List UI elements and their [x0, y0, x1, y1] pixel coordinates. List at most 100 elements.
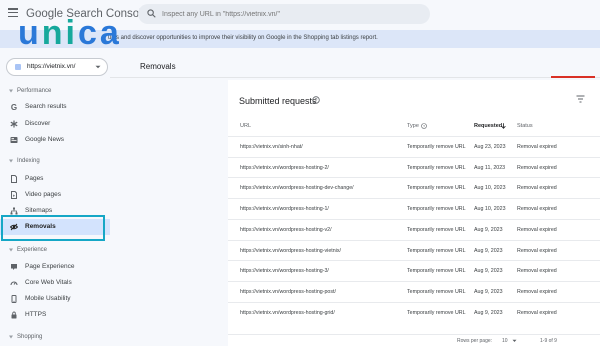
cell-url: https://vietnix.vn/wordpress-hosting-vie… [240, 247, 341, 254]
sidebar-item-mobile-usability[interactable]: Mobile Usability [0, 291, 110, 307]
cell-type: Temporarily remove URL [407, 164, 466, 171]
cell-requested: Aug 9, 2023 [474, 247, 503, 254]
cell-type: Temporarily remove URL [407, 247, 466, 254]
section-performance[interactable]: Performance [8, 88, 51, 94]
section-indexing[interactable]: Indexing [8, 158, 40, 164]
table-row[interactable]: https://vietnix.vn/wordpress-hosting-v2/… [228, 218, 600, 240]
cell-status: Removal expired [517, 268, 557, 275]
help-icon[interactable]: ? [421, 123, 427, 129]
svg-text:?: ? [315, 98, 318, 104]
filter-icon[interactable] [576, 95, 585, 103]
google-g-icon: G [11, 103, 17, 111]
cell-url: https://vietnix.vn/wordpress-hosting-3/ [240, 268, 329, 275]
cell-status: Removal expired [517, 164, 557, 171]
collapse-icon [9, 159, 13, 163]
cell-requested: Aug 11, 2023 [474, 164, 506, 171]
sort-down-icon[interactable] [501, 123, 506, 129]
sidebar-item-core-web-vitals[interactable]: Core Web Vitals [0, 275, 110, 291]
cell-url: https://vietnix.vn/wordpress-hosting-1/ [240, 206, 329, 213]
cell-type: Temporarily remove URL [407, 206, 466, 213]
sidebar-item-google-news[interactable]: Google News [0, 132, 110, 148]
table-row[interactable]: https://vietnix.vn/wordpress-hosting-2/ … [228, 156, 600, 178]
sidebar-item-pages[interactable]: Pages [0, 171, 110, 187]
table-row[interactable]: https://vietnix.vn/wordpress-hosting-3/ … [228, 260, 600, 281]
rows-per-page-label: Rows per page: [457, 338, 493, 344]
sidebar-item-page-experience[interactable]: Page Experience [0, 259, 110, 275]
collapse-icon [9, 335, 13, 339]
cell-status: Removal expired [517, 247, 557, 254]
property-selector[interactable]: https://vietnix.vn/ [6, 58, 108, 76]
table-row[interactable]: https://vietnix.vn/sinh-nhat/ Temporaril… [228, 136, 600, 157]
property-label: https://vietnix.vn/ [27, 63, 76, 70]
cell-type: Temporarily remove URL [407, 185, 466, 192]
column-header-type[interactable]: Type [407, 123, 419, 129]
cell-requested: Aug 10, 2023 [474, 185, 506, 192]
cell-url: https://vietnix.vn/wordpress-hosting-gri… [240, 309, 335, 316]
section-shopping[interactable]: Shopping [8, 334, 42, 340]
cell-requested: Aug 10, 2023 [474, 206, 506, 213]
url-inspect-bar[interactable] [138, 4, 430, 24]
cell-status: Removal expired [517, 226, 557, 233]
cell-type: Temporarily remove URL [407, 288, 466, 295]
video-page-icon [11, 191, 17, 199]
cell-url: https://vietnix.vn/wordpress-hosting-2/ [240, 164, 329, 171]
card-title: Submitted requests [239, 96, 317, 106]
cell-status: Removal expired [517, 206, 557, 213]
collapse-icon [9, 248, 13, 252]
table-row[interactable]: https://vietnix.vn/wordpress-hosting-gri… [228, 301, 600, 323]
help-icon[interactable]: ? [312, 96, 320, 104]
sidebar-item-search-results[interactable]: G Search results [0, 99, 110, 115]
tab-indicator [551, 76, 595, 78]
section-experience[interactable]: Experience [8, 247, 47, 253]
news-icon [10, 137, 18, 143]
column-header-status[interactable]: Status [517, 123, 533, 129]
sidebar-item-discover[interactable]: Discover [0, 116, 110, 132]
banner-text: ucts and discover opportunities to impro… [108, 35, 378, 41]
asterisk-icon [10, 120, 18, 128]
mobile-icon [11, 295, 17, 303]
cell-requested: Aug 9, 2023 [474, 268, 503, 275]
cell-requested: Aug 9, 2023 [474, 226, 503, 233]
sitemap-icon [10, 207, 18, 215]
rows-per-page-select[interactable]: 10 [502, 338, 508, 344]
cell-url: https://vietnix.vn/wordpress-hosting-v2/ [240, 226, 332, 233]
cell-requested: Aug 9, 2023 [474, 288, 503, 295]
unica-logo: unica [18, 14, 122, 52]
cell-type: Temporarily remove URL [407, 268, 466, 275]
cell-status: Removal expired [517, 185, 557, 192]
column-header-requested[interactable]: Requested [474, 123, 502, 129]
annotation-highlight [1, 215, 105, 241]
cell-status: Removal expired [517, 309, 557, 316]
page-title: Removals [140, 62, 176, 71]
search-icon [147, 9, 156, 18]
cell-type: Temporarily remove URL [407, 144, 466, 150]
svg-text:G: G [11, 103, 17, 111]
collapse-icon [9, 89, 13, 93]
url-inspect-input[interactable] [162, 7, 422, 21]
lock-icon [11, 311, 17, 319]
table-pagination: Rows per page: 10 1-9 of 9 [228, 334, 600, 346]
cell-requested: Aug 23, 2023 [474, 144, 506, 150]
page-icon [11, 175, 17, 183]
chevron-down-icon[interactable] [512, 339, 517, 343]
cell-status: Removal expired [517, 288, 557, 295]
property-favicon-icon [15, 64, 21, 70]
table-row[interactable]: https://vietnix.vn/wordpress-hosting-1/ … [228, 198, 600, 219]
gauge-icon [10, 281, 18, 286]
table-row[interactable]: https://vietnix.vn/wordpress-hosting-dev… [228, 177, 600, 198]
sidebar-item-https[interactable]: HTTPS [0, 307, 110, 323]
menu-icon[interactable] [8, 8, 18, 18]
column-header-url[interactable]: URL [240, 123, 251, 129]
cell-url: https://vietnix.vn/wordpress-hosting-dev… [240, 185, 354, 192]
table-row[interactable]: https://vietnix.vn/wordpress-hosting-vie… [228, 239, 600, 261]
table-row[interactable]: https://vietnix.vn/wordpress-hosting-pos… [228, 280, 600, 302]
cell-status: Removal expired [517, 144, 557, 150]
cell-url: https://vietnix.vn/sinh-nhat/ [240, 144, 303, 150]
cell-url: https://vietnix.vn/wordpress-hosting-pos… [240, 288, 336, 295]
submitted-requests-card: Submitted requests ? URL Type ? Requeste… [228, 80, 600, 346]
sidebar-item-video-pages[interactable]: Video pages [0, 187, 110, 203]
page-experience-icon [11, 264, 17, 270]
cell-type: Temporarily remove URL [407, 309, 466, 316]
pagination-range: 1-9 of 9 [540, 338, 557, 344]
chevron-down-icon [95, 65, 101, 69]
